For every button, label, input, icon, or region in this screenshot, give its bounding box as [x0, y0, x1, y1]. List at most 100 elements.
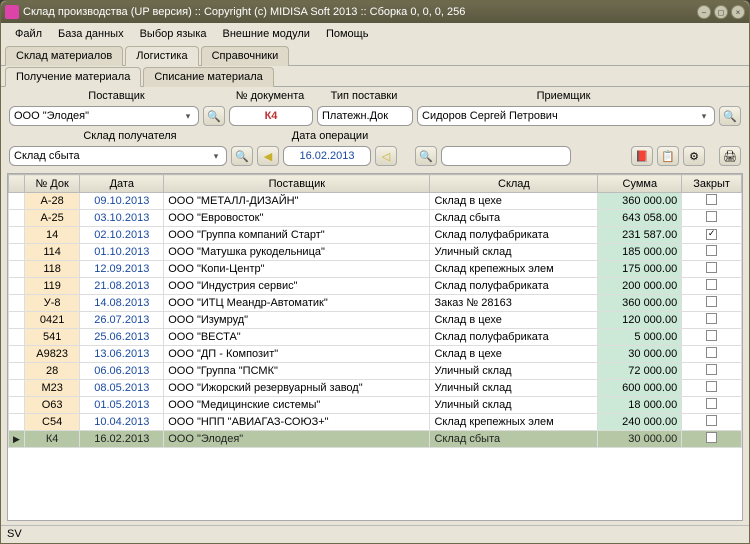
secondary-tabs: Получение материала Списание материала: [1, 66, 749, 87]
closed-checkbox[interactable]: [706, 415, 717, 426]
receiver-label: Приемщик: [416, 90, 711, 102]
supplytype-label: Тип поставки: [316, 90, 412, 102]
triangle-right-icon: ◁: [382, 150, 390, 163]
recvwh-input[interactable]: [14, 150, 210, 162]
table-row[interactable]: С5410.04.2013ООО "НПП "АВИАГАЗ-СОЮЗ+"Скл…: [9, 414, 742, 431]
menu-help[interactable]: Помощь: [318, 26, 377, 42]
supplier-label: Поставщик: [9, 90, 224, 102]
closed-checkbox[interactable]: [706, 313, 717, 324]
closed-checkbox[interactable]: [706, 381, 717, 392]
receiver-combo[interactable]: ▾: [417, 106, 715, 126]
maximize-button[interactable]: ◻: [714, 5, 728, 19]
closed-checkbox[interactable]: [706, 262, 717, 273]
chevron-down-icon[interactable]: ▾: [182, 111, 194, 122]
search-icon: 🔍: [207, 110, 221, 123]
toolbar-print-button[interactable]: 🖨: [719, 146, 741, 166]
opdate-field[interactable]: 16.02.2013: [283, 146, 371, 166]
titlebar[interactable]: Склад производства (UP версия) :: Copyri…: [1, 1, 749, 23]
closed-checkbox[interactable]: [706, 347, 717, 358]
recvwh-lookup-button[interactable]: 🔍: [231, 146, 253, 166]
triangle-left-icon: ◀: [264, 150, 272, 163]
supplier-lookup-button[interactable]: 🔍: [203, 106, 225, 126]
supplier-input[interactable]: [14, 110, 182, 122]
menu-external[interactable]: Внешние модули: [215, 26, 318, 42]
minimize-button[interactable]: –: [697, 5, 711, 19]
closed-checkbox[interactable]: [706, 211, 717, 222]
tab-logistics[interactable]: Логистика: [125, 46, 198, 66]
book-icon: 📕: [635, 150, 649, 163]
data-grid[interactable]: № ДокДатаПоставщикСкладСуммаЗакрыт А-280…: [7, 173, 743, 521]
primary-tabs: Склад материалов Логистика Справочники: [1, 45, 749, 66]
menu-file[interactable]: Файл: [7, 26, 50, 42]
table-row[interactable]: 1402.10.2013ООО "Группа компаний Старт"С…: [9, 227, 742, 244]
table-row[interactable]: А-2503.10.2013ООО "Евровосток"Склад сбыт…: [9, 210, 742, 227]
copy-icon: 📋: [661, 150, 675, 163]
magnifier-icon: 🔍: [419, 150, 433, 163]
date-next-button[interactable]: ◁: [375, 146, 397, 166]
col-header[interactable]: [9, 175, 25, 193]
search-input[interactable]: [446, 150, 588, 162]
main-window: Склад производства (UP версия) :: Copyri…: [0, 0, 750, 544]
col-header[interactable]: Склад: [430, 175, 598, 193]
closed-checkbox[interactable]: [706, 279, 717, 290]
closed-checkbox[interactable]: [706, 330, 717, 341]
receiver-input[interactable]: [422, 110, 698, 122]
date-prev-button[interactable]: ◀: [257, 146, 279, 166]
closed-checkbox[interactable]: [706, 194, 717, 205]
closed-checkbox[interactable]: [706, 432, 717, 443]
tab-materials-warehouse[interactable]: Склад материалов: [5, 46, 123, 66]
supplytype-combo[interactable]: ▾: [317, 106, 413, 126]
table-row[interactable]: 54125.06.2013ООО "ВЕСТА"Склад полуфабрик…: [9, 329, 742, 346]
tab-writeoff-material[interactable]: Списание материала: [143, 67, 273, 87]
table-row[interactable]: А-2809.10.2013ООО "МЕТАЛЛ-ДИЗАЙН"Склад в…: [9, 193, 742, 210]
print-icon: 🖨: [723, 150, 737, 163]
search-text[interactable]: [441, 146, 571, 166]
tab-references[interactable]: Справочники: [201, 46, 290, 66]
supplier-combo[interactable]: ▾: [9, 106, 199, 126]
table-row[interactable]: 2806.06.2013ООО "Группа "ПСМК"Уличный ск…: [9, 363, 742, 380]
menu-language[interactable]: Выбор языка: [132, 26, 215, 42]
table-row[interactable]: 11401.10.2013ООО "Матушка рукодельница"У…: [9, 244, 742, 261]
closed-checkbox[interactable]: [706, 364, 717, 375]
docnum-label: № документа: [228, 90, 312, 102]
close-button[interactable]: ×: [731, 5, 745, 19]
menubar: Файл База данных Выбор языка Внешние мод…: [1, 23, 749, 45]
search-icon: 🔍: [235, 150, 249, 163]
filter-panel: Поставщик № документа Тип поставки Прием…: [1, 87, 749, 173]
docnum-field[interactable]: К4: [229, 106, 313, 126]
table-row[interactable]: М2308.05.2013ООО "Ижорский резервуарный …: [9, 380, 742, 397]
table-row[interactable]: У-814.08.2013ООО "ИТЦ Меандр-Автоматик"З…: [9, 295, 742, 312]
gear-icon: ⚙: [689, 150, 699, 163]
table-row[interactable]: ▶К416.02.2013ООО "Элодея"Склад сбыта30 0…: [9, 431, 742, 448]
status-text: SV: [7, 528, 22, 540]
menu-database[interactable]: База данных: [50, 26, 132, 42]
col-header[interactable]: Поставщик: [164, 175, 430, 193]
closed-checkbox[interactable]: [706, 398, 717, 409]
col-header[interactable]: Закрыт: [682, 175, 742, 193]
search-button[interactable]: 🔍: [415, 146, 437, 166]
statusbar: SV: [1, 525, 749, 543]
closed-checkbox[interactable]: [706, 229, 717, 240]
receiver-lookup-button[interactable]: 🔍: [719, 106, 741, 126]
closed-checkbox[interactable]: [706, 245, 717, 256]
toolbar-copy-button[interactable]: 📋: [657, 146, 679, 166]
recvwh-label: Склад получателя: [9, 130, 251, 142]
chevron-down-icon[interactable]: ▾: [698, 111, 710, 122]
table-row[interactable]: О6301.05.2013ООО "Медицинские системы"Ул…: [9, 397, 742, 414]
closed-checkbox[interactable]: [706, 296, 717, 307]
col-header[interactable]: Сумма: [598, 175, 682, 193]
window-title: Склад производства (UP версия) :: Copyri…: [23, 6, 694, 18]
chevron-down-icon[interactable]: ▾: [210, 151, 222, 162]
toolbar-settings-button[interactable]: ⚙: [683, 146, 705, 166]
table-row[interactable]: А982313.06.2013ООО "ДП - Композит"Склад …: [9, 346, 742, 363]
app-icon: [5, 5, 19, 19]
tab-receive-material[interactable]: Получение материала: [5, 67, 141, 87]
col-header[interactable]: Дата: [80, 175, 164, 193]
search-icon: 🔍: [723, 110, 737, 123]
table-row[interactable]: 042126.07.2013ООО "Изумруд"Склад в цехе1…: [9, 312, 742, 329]
table-row[interactable]: 11812.09.2013ООО "Копи-Центр"Склад крепе…: [9, 261, 742, 278]
recvwh-combo[interactable]: ▾: [9, 146, 227, 166]
table-row[interactable]: 11921.08.2013ООО "Индустрия сервис"Склад…: [9, 278, 742, 295]
col-header[interactable]: № Док: [24, 175, 79, 193]
toolbar-book-button[interactable]: 📕: [631, 146, 653, 166]
